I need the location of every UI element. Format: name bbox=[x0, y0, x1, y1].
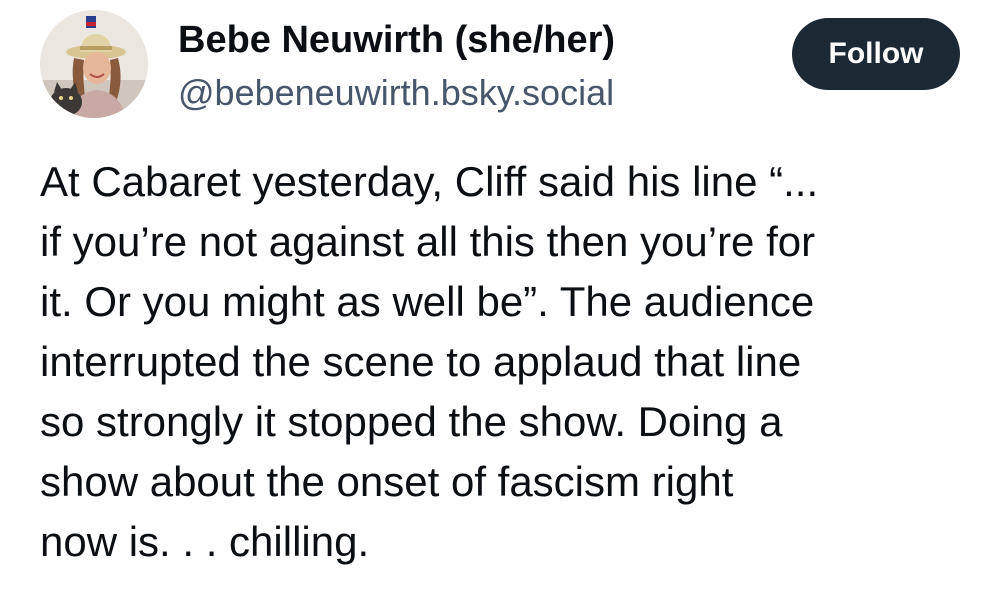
post-text-line: if you’re not against all this then you’… bbox=[40, 218, 816, 265]
author-avatar[interactable] bbox=[40, 10, 148, 118]
post-text-line: now is. . . chilling. bbox=[40, 518, 370, 565]
avatar-photo-icon bbox=[40, 10, 148, 118]
post-text-line: so strongly it stopped the show. Doing a bbox=[40, 398, 783, 445]
post-body-text: At Cabaret yesterday, Cliff said his lin… bbox=[40, 152, 970, 572]
post-text-line: interrupted the scene to applaud that li… bbox=[40, 338, 802, 385]
post-text-line: show about the onset of fascism right bbox=[40, 458, 734, 505]
author-handle[interactable]: @bebeneuwirth.bsky.social bbox=[178, 70, 614, 116]
post-card: Bebe Neuwirth (she/her) @bebeneuwirth.bs… bbox=[0, 0, 1000, 593]
follow-button[interactable]: Follow bbox=[792, 18, 960, 90]
post-text-line: At Cabaret yesterday, Cliff said his lin… bbox=[40, 158, 819, 205]
post-text-line: it. Or you might as well be”. The audien… bbox=[40, 278, 815, 325]
author-display-name[interactable]: Bebe Neuwirth (she/her) bbox=[178, 16, 615, 64]
